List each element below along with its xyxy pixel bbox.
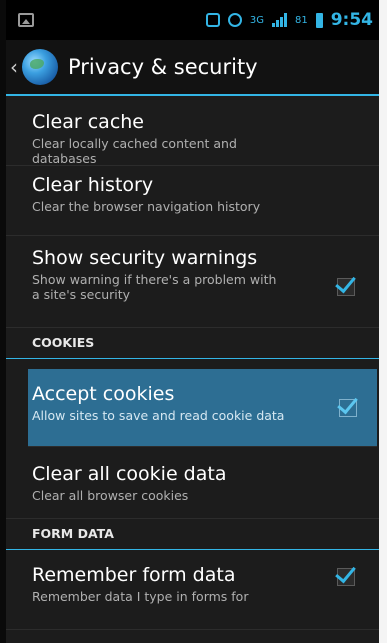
signal-strength-icon [271, 13, 287, 27]
alarm-icon [227, 13, 242, 27]
pref-summary: Clear locally cached content and databas… [32, 136, 237, 166]
pref-title: Show security warnings [32, 247, 258, 269]
pref-clear-history[interactable]: Clear history Clear the browser navigati… [6, 166, 379, 236]
page-title: Privacy & security [68, 55, 258, 79]
pref-clear-cookie-data[interactable]: Clear all cookie data Clear all browser … [6, 447, 379, 519]
browser-globe-icon[interactable] [22, 49, 58, 85]
pref-title: Accept cookies [32, 383, 175, 405]
section-header-cookies: COOKIES [6, 328, 379, 359]
status-icons: 3G 81 9:54 [205, 10, 373, 30]
battery-icon [315, 12, 323, 28]
network-type-label: 3G [249, 14, 264, 26]
device-bezel-right [379, 0, 387, 643]
remember-form-data-checkbox[interactable] [335, 561, 356, 586]
pref-remember-form-data[interactable]: Remember form data Remember data I type … [6, 550, 379, 630]
pref-title: Clear history [32, 174, 154, 196]
clock: 9:54 [330, 10, 373, 30]
action-bar[interactable]: ‹ Privacy & security [6, 40, 379, 96]
battery-level-text: 81 [294, 14, 308, 26]
preference-list: Clear cache Clear locally cached content… [6, 96, 379, 643]
screen: 3G 81 9:54 ‹ Privacy & security Clear ca… [0, 0, 387, 643]
pref-summary: Allow sites to save and read cookie data [32, 408, 285, 423]
pref-summary: Clear the browser navigation history [32, 199, 261, 214]
pref-show-security-warnings[interactable]: Show security warnings Show warning if t… [6, 236, 379, 328]
pref-summary: Remember data I type in forms for [32, 589, 249, 604]
chevron-left-icon[interactable]: ‹ [10, 55, 20, 79]
pref-summary: Clear all browser cookies [32, 488, 189, 503]
section-header-form-data: FORM DATA [6, 519, 379, 550]
checkmark-icon [335, 271, 356, 294]
pref-title: Remember form data [32, 564, 236, 586]
pref-accept-cookies[interactable]: Accept cookies Allow sites to save and r… [28, 369, 377, 447]
accept-cookies-checkbox[interactable] [337, 392, 358, 417]
pref-title: Clear cache [32, 111, 144, 133]
gallery-notification-icon [18, 13, 34, 27]
sync-icon [205, 13, 220, 27]
security-warnings-checkbox[interactable] [335, 271, 356, 296]
pref-clear-cache[interactable]: Clear cache Clear locally cached content… [6, 96, 379, 166]
pref-title: Clear all cookie data [32, 463, 227, 485]
status-bar: 3G 81 9:54 [6, 0, 379, 40]
pref-summary: Show warning if there's a problem with a… [32, 272, 277, 302]
